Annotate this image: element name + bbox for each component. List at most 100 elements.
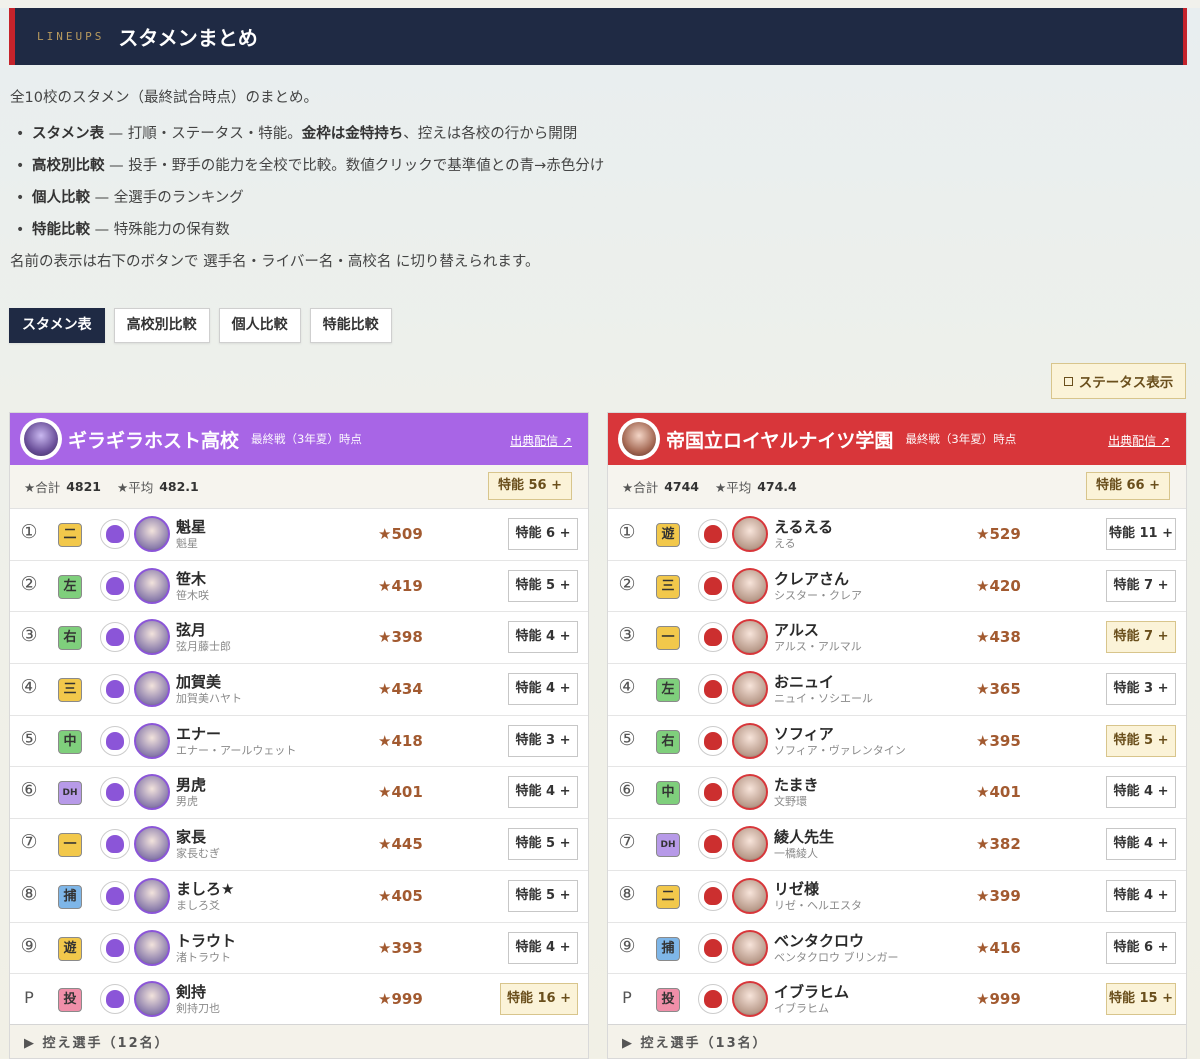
player-avatar-icon [100,777,130,808]
player-avatar-icon [698,984,728,1015]
player-avatar-icon [100,622,130,653]
player-row: ⑧ 捕 ましろ★ ましろ爻 ★405 特能 5 + [10,871,588,923]
liver-avatar [134,877,170,914]
player-row: P 投 剣持 剣持刀也 ★999 特能 16 + [10,974,588,1026]
liver-name: 男虎 [176,795,198,809]
player-traits-button[interactable]: 特能 15 + [1106,983,1176,1016]
player-traits-button[interactable]: 特能 5 + [1106,724,1176,757]
player-traits-button[interactable]: 特能 4 + [1106,828,1176,861]
tab-trait-compare[interactable]: 特能比較 [309,308,392,343]
player-rating: ★382 [976,835,1021,854]
team-header: 帝国立ロイヤルナイツ学園 最終戦（3年夏）時点 出典配信 ↗ [608,413,1186,465]
player-traits-button[interactable]: 特能 4 + [508,621,578,654]
team-header: ギラギラホスト高校 最終戦（3年夏）時点 出典配信 ↗ [10,413,588,465]
bench-toggle[interactable]: ▶ 控え選手（12名） [10,1024,588,1058]
player-traits-button[interactable]: 特能 4 + [1106,879,1176,912]
batting-order: ⑦ [20,831,38,854]
intro-item-text: 、控えは各校の行から開閉 [403,126,578,142]
player-row: ② 左 笹木 笹木咲 ★419 特能 5 + [10,561,588,613]
liver-name: 加賀美ハヤト [176,692,242,706]
position-badge: 一 [656,626,680,651]
player-rating: ★398 [378,628,423,647]
liver-avatar [732,774,768,811]
status-toggle-button[interactable]: ステータス表示 [1051,363,1186,399]
player-name: ベンタクロウ [774,931,865,950]
batting-order: ⑤ [20,727,38,750]
player-row: ④ 左 おニュイ ニュイ・ソシエール ★365 特能 3 + [608,664,1186,716]
player-traits-button[interactable]: 特能 7 + [1106,621,1176,654]
intro-item-text: — 全選手のランキング [90,190,244,206]
team-traits-button[interactable]: 特能 56 + [487,472,572,500]
intro-item-text: — 投手・野手の能力を全校で比較。数値クリックで基準値との青→赤色分け [104,158,605,174]
team-summary: ★合計 4744 ★平均 474.4 特能 66 + [608,465,1186,509]
player-name: アルス [774,621,819,640]
liver-name: 弦月藤士郎 [176,640,231,654]
liver-avatar [134,826,170,863]
position-badge: 左 [58,574,82,599]
player-rating: ★999 [976,990,1021,1009]
player-traits-button[interactable]: 特能 4 + [508,776,578,809]
player-avatar-icon [698,829,728,860]
player-traits-button[interactable]: 特能 4 + [1106,776,1176,809]
batting-order: ② [618,572,636,595]
total-value: 4744 [664,479,699,494]
player-avatar-icon [100,725,130,756]
player-traits-button[interactable]: 特能 4 + [508,931,578,964]
player-traits-button[interactable]: 特能 6 + [508,518,578,550]
liver-avatar [732,929,768,966]
batting-order: ③ [20,624,38,647]
liver-name: エナー・アールウェット [176,743,297,757]
position-badge: 三 [58,678,82,703]
liver-avatar [134,981,170,1018]
liver-avatar [732,826,768,863]
player-traits-button[interactable]: 特能 7 + [1106,569,1176,602]
school-name: ギラギラホスト高校 [68,429,240,452]
player-row: ③ 右 弦月 弦月藤士郎 ★398 特能 4 + [10,612,588,665]
player-traits-button[interactable]: 特能 6 + [1106,931,1176,964]
position-badge: 二 [58,523,82,547]
checkbox-icon [1063,376,1073,386]
tab-lineup[interactable]: スタメン表 [9,308,105,343]
player-traits-button[interactable]: 特能 3 + [508,724,578,757]
player-rating: ★529 [976,525,1021,543]
player-row: ③ 一 アルス アルス・アルマル ★438 特能 7 + [608,612,1186,665]
tab-school-compare[interactable]: 高校別比較 [113,308,210,343]
player-avatar-icon [100,932,130,963]
liver-name: 魁星 [176,537,198,550]
intro-item-title: スタメン表 [32,126,105,142]
school-logo [618,418,660,460]
player-row: ⑥ 中 たまき 文野環 ★401 特能 4 + [608,767,1186,820]
player-avatar-icon [698,622,728,653]
source-link[interactable]: 出典配信 ↗ [510,432,572,449]
liver-avatar [732,877,768,914]
source-link[interactable]: 出典配信 ↗ [1108,432,1170,449]
position-badge: 投 [656,988,680,1013]
bench-toggle[interactable]: ▶ 控え選手（13名） [608,1024,1186,1058]
page-title: スタメンまとめ [118,26,258,50]
player-list: ① 二 魁星 魁星 ★509 特能 6 + ② 左 笹木 笹木咲 ★419 特能… [10,509,588,1026]
player-avatar-icon [100,880,130,911]
player-traits-button[interactable]: 特能 5 + [508,828,578,861]
player-traits-button[interactable]: 特能 3 + [1106,673,1176,706]
player-avatar-icon [698,932,728,963]
player-row: ⑤ 中 エナー エナー・アールウェット ★418 特能 3 + [10,716,588,768]
status-toggle-label: ステータス表示 [1078,375,1174,391]
player-traits-button[interactable]: 特能 5 + [508,879,578,912]
player-rating: ★393 [378,938,423,957]
player-rating: ★401 [976,783,1021,802]
team-panel: 帝国立ロイヤルナイツ学園 最終戦（3年夏）時点 出典配信 ↗ ★合計 4744 … [607,412,1187,1059]
tab-individual-compare[interactable]: 個人比較 [218,308,301,343]
player-rating: ★445 [378,835,423,854]
player-traits-button[interactable]: 特能 16 + [500,983,578,1016]
player-avatar-icon [100,674,130,705]
player-traits-button[interactable]: 特能 11 + [1106,518,1176,550]
batting-order: ① [20,521,38,543]
team-traits-button[interactable]: 特能 66 + [1085,472,1170,500]
intro-list: スタメン表 — 打順・ステータス・特能。金枠は金特持ち、控えは各校の行から開閉 … [10,118,1170,246]
player-traits-button[interactable]: 特能 5 + [508,569,578,602]
intro-item: 特能比較 — 特殊能力の保有数 [10,214,1170,246]
position-badge: 中 [656,781,680,806]
position-badge: DH [58,781,82,806]
position-badge: 投 [58,988,82,1013]
player-traits-button[interactable]: 特能 4 + [508,673,578,706]
